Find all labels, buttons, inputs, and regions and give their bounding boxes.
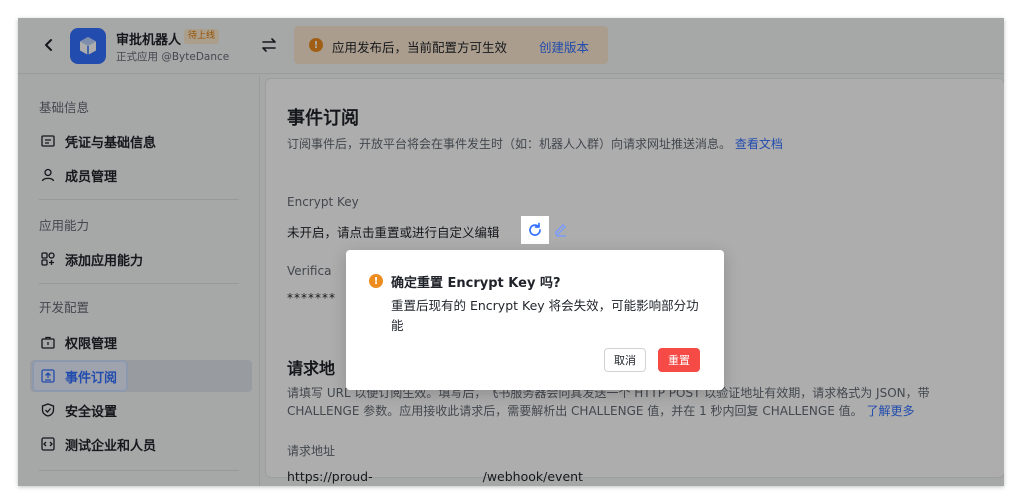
edit-icon[interactable]: [553, 221, 569, 237]
reset-key-button[interactable]: [523, 218, 547, 242]
confirm-reset-button[interactable]: 重置: [658, 348, 700, 372]
dialog-title: 确定重置 Encrypt Key 吗?: [391, 276, 561, 291]
reset-confirm-dialog: ! 确定重置 Encrypt Key 吗? 重置后现有的 Encrypt Key…: [346, 250, 724, 390]
refresh-icon: [529, 222, 541, 236]
warning-icon: !: [369, 274, 383, 288]
dialog-body: 重置后现有的 Encrypt Key 将会失效，可能影响部分功能: [391, 298, 699, 333]
cancel-button[interactable]: 取消: [604, 348, 646, 372]
